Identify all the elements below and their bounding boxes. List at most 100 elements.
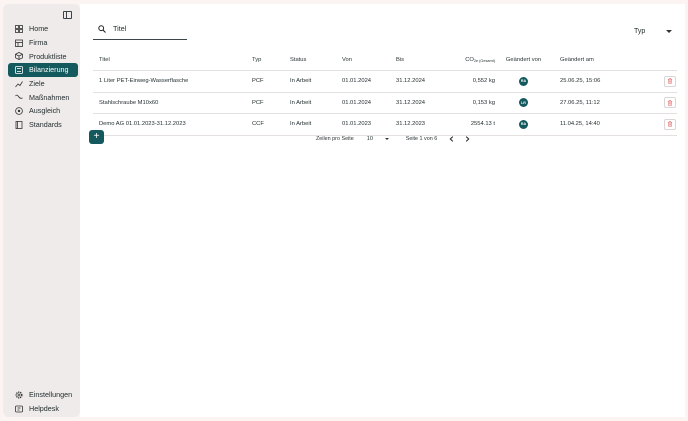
rows-per-page-value: 10 (366, 136, 373, 142)
sidebar-item-label: Ausgleich (29, 106, 61, 116)
cell-type: PCF (251, 92, 289, 114)
sidebar-item-home[interactable]: Home (8, 22, 78, 36)
cell-title: Demo AG 01.01.2023-31.12.2023 (93, 113, 251, 136)
cell-from: 01.01.2024 (341, 92, 395, 114)
sidebar-item-ziele[interactable]: Ziele (8, 77, 78, 91)
cell-to: 31.12.2024 (395, 70, 433, 93)
plus-icon: + (93, 131, 100, 142)
sidebar-item-label: Helpdesk (29, 404, 59, 414)
type-filter-select[interactable]: Typ (630, 24, 676, 38)
cell-changed-at: 11.04.25, 14:40 (552, 113, 628, 136)
sidebar-item-label: Bilanzierung (29, 65, 69, 75)
sidebar-item-massnahmen[interactable]: Maßnahmen (8, 90, 78, 104)
search-input[interactable]: Titel (93, 18, 187, 40)
chevron-left-icon (449, 136, 453, 142)
table-row[interactable]: 1 Liter PET-Einweg-Wasserflasche PCF In … (93, 70, 677, 93)
cell-co2: 2554.13 t (433, 113, 495, 136)
sidebar-item-label: Maßnahmen (29, 92, 70, 102)
sidebar-nav: Home Firma Produktliste Bilanzierung Zie… (8, 22, 78, 132)
column-header-changed-by[interactable]: Geändert von (495, 50, 552, 71)
delete-button[interactable] (664, 97, 676, 109)
next-page-button[interactable] (464, 135, 470, 143)
sidebar-item-standards[interactable]: Standards (8, 118, 78, 132)
sidebar-item-label: Ziele (29, 79, 45, 89)
gear-icon (15, 391, 23, 399)
cell-actions (628, 92, 677, 114)
cell-actions (628, 113, 677, 136)
table-row[interactable]: Stahlschraube M10x60 PCF In Arbeit 01.01… (93, 92, 677, 114)
search-icon (98, 24, 106, 33)
cell-changed-by: RA (495, 113, 552, 136)
co2-sub-label: 2e (Gesamt) (473, 59, 495, 63)
previous-page-button[interactable] (448, 135, 454, 143)
wave-icon (15, 93, 23, 101)
column-header-status[interactable]: Status (289, 50, 341, 71)
column-header-from[interactable]: Von (341, 50, 395, 71)
sidebar-item-label: Standards (29, 120, 62, 130)
rows-per-page-select[interactable]: 10 (364, 134, 392, 144)
sidebar-bottom-nav: Einstellungen Helpdesk (8, 388, 78, 415)
grid-icon (15, 24, 23, 33)
main-content: Titel Typ Titel Typ Status Von Bis CO2e … (80, 4, 685, 417)
help-icon (15, 405, 23, 413)
delete-button[interactable] (664, 118, 676, 130)
cell-type: CCF (251, 113, 289, 136)
column-header-to[interactable]: Bis (395, 50, 433, 71)
chevron-right-icon (465, 136, 470, 142)
pagination: Zeilen pro Seite 10 Seite 1 von 6 (316, 133, 470, 145)
sidebar-item-label: Firma (29, 38, 48, 48)
cell-co2: 0,153 kg (433, 92, 495, 114)
cell-to: 31.12.2024 (395, 92, 433, 114)
page-info: Seite 1 von 6 (405, 136, 438, 142)
sidebar-item-firma[interactable]: Firma (8, 36, 78, 50)
calculator-icon (15, 66, 23, 74)
sidebar-item-produktliste[interactable]: Produktliste (8, 49, 78, 63)
trash-icon (667, 121, 673, 127)
co2-label: CO (465, 57, 474, 63)
avatar: LR (519, 98, 528, 108)
cell-changed-at: 27.06.25, 11:12 (552, 92, 628, 114)
avatar: RA (519, 119, 528, 129)
column-header-co2[interactable]: CO2e (Gesamt) (433, 50, 495, 71)
delete-button[interactable] (664, 75, 676, 87)
sidebar-collapse-icon[interactable] (63, 11, 72, 19)
balances-table: Titel Typ Status Von Bis CO2e (Gesamt) G… (93, 50, 677, 136)
sidebar-item-einstellungen[interactable]: Einstellungen (8, 388, 78, 402)
table-header-row: Titel Typ Status Von Bis CO2e (Gesamt) G… (93, 50, 677, 71)
column-header-type[interactable]: Typ (251, 50, 289, 71)
sidebar-item-label: Produktliste (29, 51, 67, 61)
table-row[interactable]: Demo AG 01.01.2023-31.12.2023 CCF In Arb… (93, 113, 677, 136)
cell-from: 01.01.2024 (341, 70, 395, 93)
cell-changed-by: LR (495, 92, 552, 114)
cell-status: In Arbeit (289, 113, 341, 136)
sidebar-item-helpdesk[interactable]: Helpdesk (8, 402, 78, 416)
search-value: Titel (113, 24, 127, 33)
cell-type: PCF (251, 70, 289, 93)
avatar: RA (519, 76, 528, 86)
cell-status: In Arbeit (289, 70, 341, 93)
sidebar-item-ausgleich[interactable]: Ausgleich (8, 104, 78, 118)
column-header-title[interactable]: Titel (93, 50, 251, 71)
cell-status: In Arbeit (289, 92, 341, 114)
add-button[interactable]: + (89, 130, 104, 144)
trend-icon (15, 80, 23, 88)
sidebar-item-label: Einstellungen (29, 390, 73, 400)
cell-changed-at: 25.06.25, 15:06 (552, 70, 628, 93)
cell-to: 31.12.2023 (395, 113, 433, 136)
chevron-down-icon (384, 138, 389, 140)
column-header-actions (628, 50, 677, 71)
sidebar-item-bilanzierung[interactable]: Bilanzierung (8, 63, 78, 77)
book-icon (15, 120, 23, 129)
cell-from: 01.01.2023 (341, 113, 395, 136)
chevron-down-icon (666, 29, 672, 33)
cell-actions (628, 70, 677, 93)
column-header-changed-at[interactable]: Geändert am (552, 50, 628, 71)
cell-title: Stahlschraube M10x60 (93, 92, 251, 114)
sidebar: Home Firma Produktliste Bilanzierung Zie… (3, 4, 80, 417)
type-filter-label: Typ (634, 27, 646, 35)
sidebar-item-label: Home (29, 24, 49, 34)
cell-co2: 0,552 kg (433, 70, 495, 93)
cell-changed-by: RA (495, 70, 552, 93)
trash-icon (667, 78, 673, 84)
compass-icon (15, 107, 23, 115)
